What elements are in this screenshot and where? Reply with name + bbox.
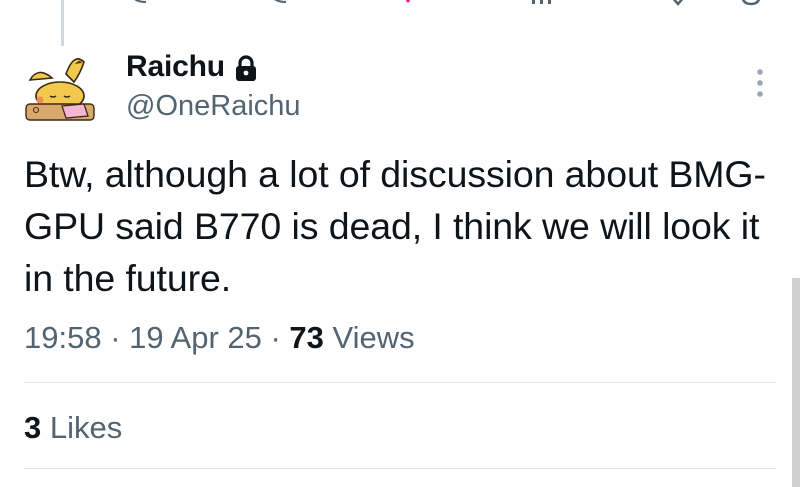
scrollbar[interactable] xyxy=(792,278,800,487)
likes-stat[interactable]: 3 Likes xyxy=(24,410,122,446)
retweet-icon[interactable] xyxy=(268,0,290,6)
thread-connector-line xyxy=(61,0,64,46)
likes-label: Likes xyxy=(49,410,123,445)
tweet-text: Btw, although a lot of discussion about … xyxy=(24,153,766,299)
meta-separator: · xyxy=(101,320,130,355)
divider xyxy=(24,468,776,469)
tweet-time[interactable]: 19:58 xyxy=(24,320,102,355)
more-options-icon[interactable] xyxy=(752,66,768,100)
bookmark-icon[interactable] xyxy=(664,0,694,6)
tweet-meta: 19:58 · 19 Apr 25 · 73 Views xyxy=(24,320,415,356)
views-label: Views xyxy=(332,320,415,355)
divider xyxy=(24,382,776,383)
author-handle[interactable]: @OneRaichu xyxy=(126,90,301,123)
like-icon[interactable] xyxy=(400,0,422,6)
raichu-avatar-icon xyxy=(23,53,97,127)
avatar[interactable] xyxy=(22,52,98,128)
tweet-detail-page: Raichu @OneRaichu Btw, although a lot of… xyxy=(0,0,800,487)
share-icon[interactable] xyxy=(740,0,762,6)
meta-separator: · xyxy=(261,320,290,355)
reply-icon[interactable] xyxy=(128,0,150,6)
tweet-date[interactable]: 19 Apr 25 xyxy=(129,320,262,355)
author-display-name[interactable]: Raichu xyxy=(126,50,225,84)
views-count: 73 xyxy=(289,320,324,355)
previous-tweet-action-bar xyxy=(0,0,800,6)
author-name-row[interactable]: Raichu xyxy=(126,50,259,84)
likes-count: 3 xyxy=(24,410,42,445)
views-icon[interactable] xyxy=(528,0,558,6)
lock-icon xyxy=(235,55,256,81)
